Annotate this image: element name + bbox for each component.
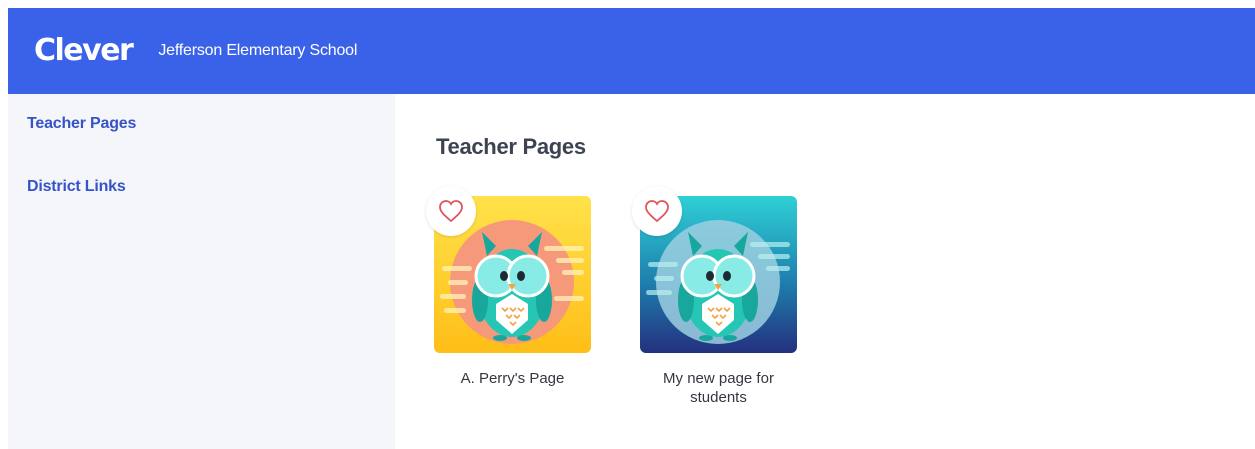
heart-outline-icon	[439, 200, 463, 223]
school-name: Jefferson Elementary School	[158, 42, 358, 59]
favorite-button[interactable]	[632, 186, 682, 236]
card-label[interactable]: My new page for students	[640, 369, 797, 407]
sidebar-item-teacher-pages[interactable]: Teacher Pages	[27, 115, 136, 133]
teacher-page-card[interactable]: My new page for students	[632, 186, 797, 407]
clever-logo[interactable]: Clever	[34, 36, 134, 66]
heart-outline-icon	[645, 200, 669, 223]
teacher-page-card[interactable]: A. Perry's Page	[426, 186, 591, 388]
app-frame: Clever Jefferson Elementary School Teach…	[0, 0, 1255, 449]
top-bar: Clever Jefferson Elementary School	[8, 8, 1255, 94]
sidebar: Teacher Pages District Links	[8, 94, 395, 449]
sidebar-item-district-links[interactable]: District Links	[27, 178, 126, 196]
main-content: Teacher Pages A. Perry's Page My new pag…	[395, 94, 1255, 449]
page-title: Teacher Pages	[436, 134, 586, 159]
card-label[interactable]: A. Perry's Page	[434, 369, 591, 388]
favorite-button[interactable]	[426, 186, 476, 236]
